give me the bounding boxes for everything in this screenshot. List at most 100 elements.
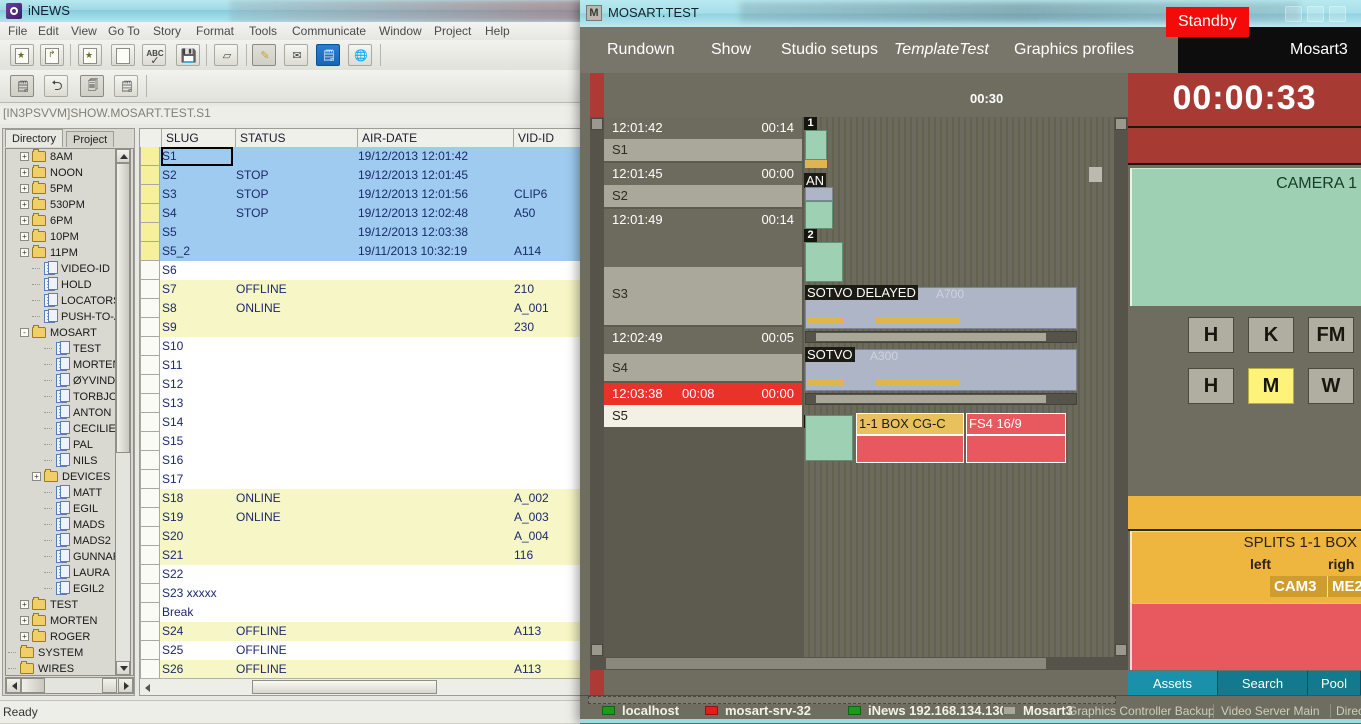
expand-icon[interactable]: + (20, 600, 29, 609)
row-marker[interactable] (140, 508, 160, 527)
row-marker[interactable] (140, 318, 160, 337)
save-button[interactable]: 💾 (176, 44, 200, 66)
mail-button[interactable]: ✉ (284, 44, 308, 66)
key-button-w[interactable]: W (1308, 368, 1354, 404)
menu-window[interactable]: Window (373, 24, 428, 39)
expand-icon[interactable]: + (20, 152, 29, 161)
table-row[interactable]: S22 (140, 565, 581, 584)
table-row[interactable]: S26OFFLINEA113 (140, 660, 581, 679)
timeline-fullscreen-label[interactable]: FS4 16/9 (966, 413, 1066, 435)
grid-header-air-date[interactable]: AIR-DATE (358, 129, 514, 147)
timeline-block-green[interactable] (805, 201, 833, 229)
table-row[interactable]: S25OFFLINE (140, 641, 581, 660)
mosart-menu-graphics-profiles[interactable]: Graphics profiles (1009, 37, 1139, 63)
scroll-thumb[interactable] (252, 680, 437, 694)
timeline-inner-scrollbar[interactable] (805, 331, 1077, 343)
row-marker[interactable] (140, 223, 160, 242)
row-marker[interactable] (140, 660, 160, 679)
row-marker[interactable] (140, 147, 160, 166)
preview-camera-box[interactable]: CAMERA 1 (1130, 168, 1361, 306)
expand-icon[interactable]: + (20, 200, 29, 209)
tab-directory[interactable]: Directory (5, 129, 63, 147)
row-marker[interactable] (140, 394, 160, 413)
key-button-k[interactable]: K (1248, 317, 1294, 353)
mosart-menu-rundown[interactable]: Rundown (602, 37, 680, 63)
table-row[interactable]: S23 xxxxx (140, 584, 581, 603)
table-row[interactable]: S18ONLINEA_002 (140, 489, 581, 508)
row-marker[interactable] (140, 261, 160, 280)
menu-format[interactable]: Format (190, 24, 240, 39)
row-marker[interactable] (140, 565, 160, 584)
menu-go-to[interactable]: Go To (102, 24, 146, 39)
row-marker[interactable] (140, 527, 160, 546)
timeline-marker[interactable] (1089, 167, 1102, 182)
rundown-left-scrollbar[interactable] (590, 117, 604, 657)
tab-search[interactable]: Search (1218, 671, 1308, 697)
timeline-block-orange[interactable] (805, 160, 827, 168)
reply-button[interactable]: ⮌ (44, 75, 68, 97)
expand-icon[interactable]: + (20, 232, 29, 241)
scroll-up-button[interactable] (591, 118, 603, 130)
notes-button[interactable]: 🗒 (316, 44, 340, 66)
table-row[interactable]: S519/12/2013 12:03:38 (140, 223, 581, 242)
rundown-horizontal-scrollbar[interactable] (590, 657, 1128, 670)
table-row[interactable]: S20A_004 (140, 527, 581, 546)
scroll-down-button[interactable] (1115, 644, 1127, 656)
menu-help[interactable]: Help (479, 24, 516, 39)
timeline-block-red[interactable] (856, 435, 964, 463)
expand-icon[interactable]: + (20, 168, 29, 177)
timeline-block-green[interactable] (805, 130, 827, 160)
tab-assets[interactable]: Assets (1128, 671, 1218, 697)
grid-header-slug[interactable]: SLUG (162, 129, 236, 147)
new-story-button[interactable]: ★ (78, 44, 102, 66)
expand-icon[interactable]: + (20, 248, 29, 257)
scroll-down-button[interactable] (591, 644, 603, 656)
menu-story[interactable]: Story (147, 24, 187, 39)
table-row[interactable]: S15 (140, 432, 581, 451)
expand-icon[interactable]: + (20, 632, 29, 641)
scroll-thumb[interactable] (816, 333, 1046, 341)
send-to-queue-button[interactable]: ▱ (214, 44, 238, 66)
row-marker[interactable] (140, 603, 160, 622)
new-message-button[interactable]: 🗒 (10, 75, 34, 97)
expand-icon[interactable]: + (20, 616, 29, 625)
table-row[interactable]: S2STOP19/12/2013 12:01:45 (140, 166, 581, 185)
open-recent-button[interactable]: ↱ (40, 44, 64, 66)
menu-tools[interactable]: Tools (243, 24, 283, 39)
mosart-minimize-button[interactable] (1285, 6, 1302, 22)
key-button-fm[interactable]: FM (1308, 317, 1354, 353)
scroll-thumb[interactable] (21, 678, 45, 693)
tab-project[interactable]: Project (66, 131, 114, 147)
row-marker[interactable] (140, 299, 160, 318)
row-marker[interactable] (140, 432, 160, 451)
table-row[interactable]: S6 (140, 261, 581, 280)
grid-header-status[interactable]: STATUS (236, 129, 358, 147)
table-row[interactable]: S10 (140, 337, 581, 356)
standby-button[interactable]: Standby (1166, 7, 1249, 37)
grid-horizontal-scrollbar[interactable] (140, 678, 580, 696)
scroll-down-button[interactable] (116, 661, 130, 675)
scroll-thumb[interactable] (606, 658, 1046, 669)
menu-communicate[interactable]: Communicate (286, 24, 372, 39)
row-marker[interactable] (140, 356, 160, 375)
open-favorite-button[interactable]: ★ (10, 44, 34, 66)
key-button-h1[interactable]: H (1188, 317, 1234, 353)
expand-icon[interactable]: + (20, 216, 29, 225)
web-button[interactable]: 🌐 (348, 44, 372, 66)
scroll-up-button[interactable] (116, 149, 130, 163)
table-row[interactable]: S7OFFLINE210 (140, 280, 581, 299)
row-marker[interactable] (140, 166, 160, 185)
table-row[interactable]: S16 (140, 451, 581, 470)
print-button[interactable] (111, 44, 135, 66)
row-marker[interactable] (140, 242, 160, 261)
table-row[interactable]: S21116 (140, 546, 581, 565)
mosart-menu-show[interactable]: Show (706, 37, 756, 63)
timeline-block-blue[interactable] (805, 187, 833, 201)
row-marker[interactable] (140, 451, 160, 470)
on-air-graphics-box[interactable] (1130, 603, 1361, 670)
row-marker[interactable] (140, 413, 160, 432)
row-marker[interactable] (140, 337, 160, 356)
row-marker[interactable] (140, 375, 160, 394)
rundown-right-scrollbar[interactable] (1114, 117, 1128, 657)
table-row[interactable]: S3STOP19/12/2013 12:01:56CLIP6 (140, 185, 581, 204)
